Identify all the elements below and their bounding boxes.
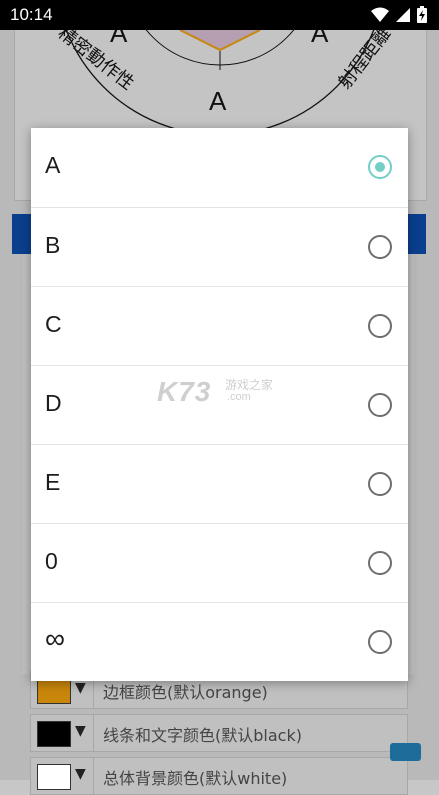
option-e[interactable]: E — [31, 444, 408, 523]
svg-text:A: A — [311, 30, 329, 48]
border-color-swatch[interactable] — [37, 678, 71, 704]
radio-button[interactable] — [368, 235, 392, 259]
option-label: D — [45, 390, 62, 416]
option-a[interactable]: A — [31, 128, 408, 207]
line-color-label: 线条和文字颜色(默认black) — [103, 726, 302, 745]
svg-text:A: A — [110, 30, 128, 48]
radio-button[interactable] — [368, 393, 392, 417]
cellular-signal-icon — [396, 7, 410, 22]
option-c[interactable]: C — [31, 286, 408, 365]
option-label: C — [45, 311, 62, 337]
line-color-row[interactable]: ▼ 线条和文字颜色(默认black) — [30, 714, 408, 752]
radio-button[interactable] — [368, 630, 392, 654]
option-label: ∞ — [45, 623, 65, 654]
line-color-swatch[interactable] — [37, 721, 71, 747]
radio-button[interactable] — [368, 314, 392, 338]
floating-action-button[interactable] — [390, 743, 421, 761]
radio-button[interactable] — [368, 472, 392, 496]
choice-dialog: A B C D E 0 ∞ — [31, 128, 408, 681]
wifi-icon — [371, 7, 389, 22]
status-bar: 10:14 — [0, 0, 439, 30]
chevron-down-icon[interactable]: ▼ — [75, 680, 86, 696]
option-label: B — [45, 232, 61, 258]
background-color-swatch[interactable] — [37, 764, 71, 790]
background-color-row[interactable]: ▼ 总体背景颜色(默认white) — [30, 757, 408, 795]
status-time: 10:14 — [10, 5, 53, 24]
svg-text:射程距離: 射程距離 — [334, 30, 395, 93]
option-zero[interactable]: 0 — [31, 523, 408, 602]
option-infinity[interactable]: ∞ — [31, 602, 408, 681]
option-label: E — [45, 469, 61, 495]
radio-button-selected[interactable] — [368, 155, 392, 179]
option-b[interactable]: B — [31, 207, 408, 286]
radio-button[interactable] — [368, 551, 392, 575]
option-label: 0 — [45, 548, 58, 574]
chevron-down-icon[interactable]: ▼ — [75, 723, 86, 739]
battery-charging-icon — [417, 6, 427, 23]
svg-text:A: A — [209, 86, 227, 116]
watermark-brand: K73 — [157, 376, 212, 407]
background-color-label: 总体背景颜色(默认white) — [103, 769, 288, 788]
option-label: A — [45, 152, 61, 178]
watermark-logo: K73 游戏之家 .com — [157, 376, 273, 408]
border-color-label: 边框颜色(默认orange) — [103, 683, 268, 702]
watermark-domain: .com — [227, 391, 251, 403]
option-d[interactable]: D — [31, 365, 408, 444]
